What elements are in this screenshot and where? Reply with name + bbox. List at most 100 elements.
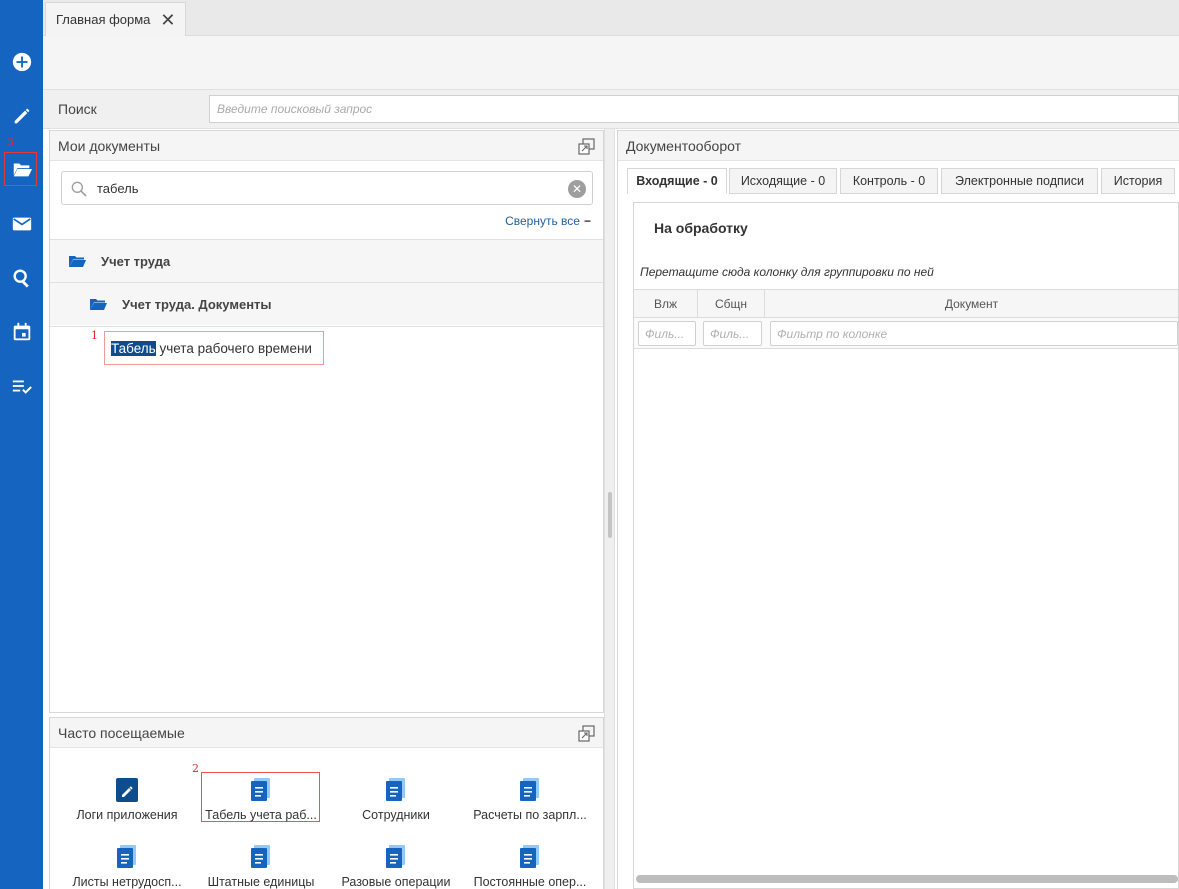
restore-window-icon[interactable] [578,725,595,742]
search-icon [12,269,29,288]
tab-strip: Главная форма ✕ [43,0,1179,36]
collapse-all-link[interactable]: Свернуть все − [505,214,591,228]
create-button[interactable] [0,42,43,82]
tab-label: Электронные подписи [955,174,1084,188]
tree-node-label: Учет труда [101,253,171,269]
document-icon [386,778,405,801]
left-rail: 3 [0,0,43,889]
envelope-icon [12,217,31,231]
tab-incoming[interactable]: Входящие - 0 [627,168,727,194]
search-match-highlight: Табель [111,340,156,356]
document-icon [520,778,539,801]
callout-number-1: 1 [91,329,98,342]
panel-header: Документооборот [618,131,1179,161]
document-icon [386,845,405,868]
horizontal-scrollbar[interactable] [636,875,1178,883]
edit-button[interactable] [0,96,43,136]
callout-number-3: 3 [7,136,14,149]
close-icon[interactable]: ✕ [160,11,175,29]
edit-document-icon [116,778,138,802]
tile-employees[interactable]: Сотрудники [330,778,462,826]
tile-label: Листы нетрудосп... [72,875,182,889]
splitter-grip[interactable] [608,492,612,538]
column-header-document[interactable]: Документ [765,290,1178,317]
tile-payroll[interactable]: Расчеты по зарпл... [464,778,596,826]
tile-sick-leave[interactable]: Листы нетрудосп... [61,845,193,889]
column-header-messages[interactable]: Сбщн [698,290,765,317]
tile-label: Штатные единицы [207,875,315,889]
filter-input-attachment[interactable] [638,321,696,346]
toolbar-area [43,36,1179,89]
tab-label: Главная форма [56,12,151,27]
panel-title: Часто посещаемые [58,725,185,741]
folder-open-icon [69,255,86,267]
grid-header: Влж Сбщн Документ [634,289,1178,318]
calendar-button[interactable] [0,312,43,352]
tile-staff-units[interactable]: Штатные единицы [195,845,327,889]
panel-splitter[interactable] [604,129,615,889]
tree-node-labor-accounting[interactable]: Учет труда [50,239,603,282]
document-icon [251,778,270,801]
pencil-icon [14,108,29,124]
tree-node-label: Учет труда. Документы [122,296,272,312]
clear-search-icon[interactable]: ✕ [568,180,586,198]
docflow-tabs: Входящие - 0 Исходящие - 0 Контроль - 0 … [627,168,1179,194]
grid-filter-row [634,318,1178,349]
global-search-bar: Поиск [43,89,1179,129]
tab-outgoing[interactable]: Исходящие - 0 [729,168,837,194]
tree-node-labor-accounting-documents[interactable]: Учет труда. Документы [50,282,603,325]
tile-timesheet[interactable]: Табель учета раб... [195,778,327,826]
documents-search-box: ✕ [61,171,593,205]
tile-label: Логи приложения [76,808,178,822]
folder-open-icon [90,298,107,310]
panel-title: Мои документы [58,138,161,154]
tab-main-form[interactable]: Главная форма ✕ [45,2,186,36]
task-list-icon [12,380,32,394]
document-icon [251,845,270,868]
plus-circle-icon [12,52,31,72]
tab-control[interactable]: Контроль - 0 [840,168,938,194]
mail-button[interactable] [0,204,43,244]
tasks-button[interactable] [0,366,43,406]
column-header-attachment[interactable]: Влж [634,290,698,317]
tile-app-logs[interactable]: Логи приложения [61,778,193,826]
tile-recurring-operations[interactable]: Постоянные опер... [464,845,596,889]
tile-label: Табель учета раб... [205,808,317,822]
panel-title: Документооборот [626,138,742,154]
docflow-content: На обработку Перетащите сюда колонку для… [633,202,1179,889]
tile-label: Разовые операции [341,875,451,889]
tab-label: История [1113,174,1163,188]
callout-box-3 [4,152,37,186]
tree-leaf-label: учета рабочего времени [155,340,312,356]
tab-label: Исходящие - 0 [740,174,826,188]
my-documents-panel: Мои документы ✕ Свернуть все− Учет труда… [49,130,604,713]
column-label: Влж [653,296,678,311]
tab-label: Контроль - 0 [852,174,926,188]
tile-one-time-operations[interactable]: Разовые операции [330,845,462,889]
search-icon [71,181,87,197]
document-icon [117,845,136,868]
panel-header: Мои документы [50,131,603,161]
callout-number-2: 2 [192,762,199,775]
tile-label: Постоянные опер... [473,875,587,889]
restore-window-icon[interactable] [578,138,595,155]
calendar-icon [13,322,30,341]
group-by-drop-zone[interactable]: Перетащите сюда колонку для группировки … [640,265,934,279]
documents-search-input[interactable] [97,177,557,199]
column-label: Документ [944,296,999,311]
tile-label: Расчеты по зарпл... [473,808,587,822]
tab-label: Входящие - 0 [636,174,718,188]
panel-header: Часто посещаемые [50,718,603,748]
tree-leaf-timesheet[interactable]: Табель учета рабочего времени [104,331,324,365]
divider [50,326,603,327]
filter-input-messages[interactable] [703,321,762,346]
filter-input-document[interactable] [770,321,1178,346]
tab-e-signatures[interactable]: Электронные подписи [941,168,1098,194]
column-label: Сбщн [714,296,748,311]
search-button[interactable] [0,258,43,298]
document-icon [520,845,539,868]
collapse-all-label: Свернуть все [505,214,580,228]
tab-history[interactable]: История [1101,168,1175,194]
global-search-input[interactable] [209,95,1179,123]
search-label: Поиск [58,101,97,117]
